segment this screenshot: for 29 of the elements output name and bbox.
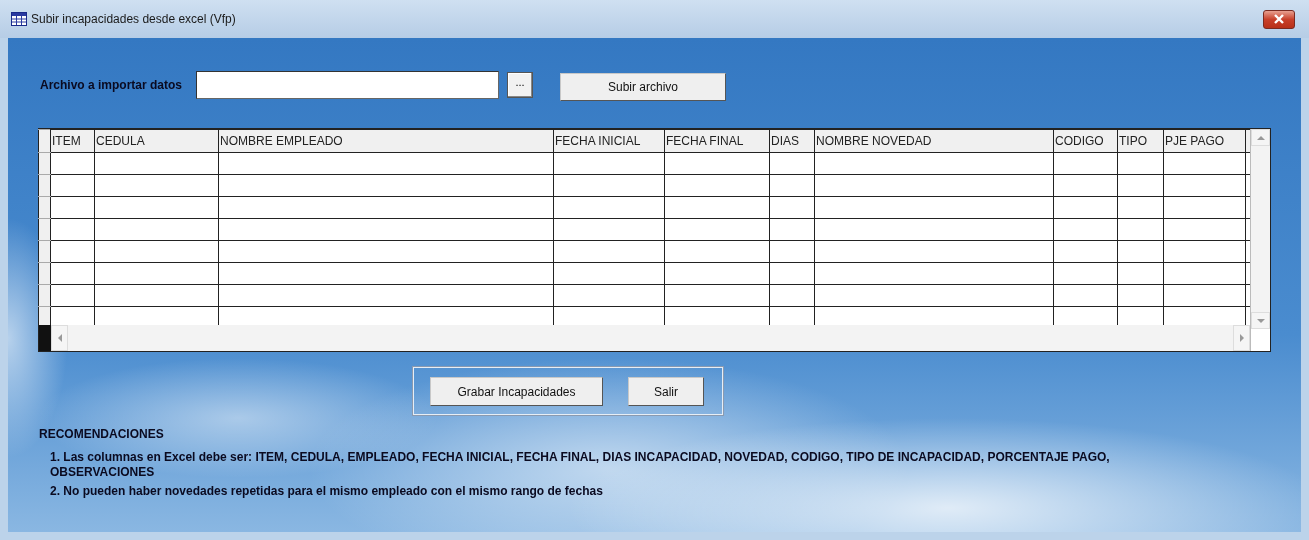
recommendation-text: 1. Las columnas en Excel debe ser: ITEM, CEDULA, EMPLEADO, FECHA INICIAL, FECHA FINAL, DIAS INCAPACIDAD, NOVEDAD, CODIGO, TIPO DE INCAPACIDAD, PORCENTAJE PAGO, OBSERVACIONES <box>50 450 1111 480</box>
file-label: Archivo a importar datos <box>40 78 183 92</box>
close-icon[interactable] <box>1273 14 1285 24</box>
scroll-left-icon[interactable] <box>51 325 68 351</box>
exit-button[interactable]: Salir <box>628 377 704 406</box>
file-path-field[interactable] <box>196 71 500 99</box>
column-header[interactable]: FECHA INICIAL <box>553 129 665 153</box>
upload-button[interactable]: Subir archivo <box>560 73 727 101</box>
close-button[interactable] <box>1263 9 1295 29</box>
scroll-up-icon[interactable] <box>1251 129 1270 146</box>
column-header[interactable]: ITEM <box>50 129 95 153</box>
save-button[interactable]: Grabar Incapacidades <box>430 377 603 406</box>
column-header[interactable]: PJE PAGO <box>1163 129 1246 153</box>
table-icon <box>11 12 27 26</box>
column-header[interactable]: DIAS <box>769 129 815 153</box>
scroll-down-icon[interactable] <box>1251 312 1270 329</box>
column-header[interactable]: TIPO <box>1117 129 1164 153</box>
window-title: Subir incapacidades desde excel (Vfp) <box>31 12 237 26</box>
horizontal-scrollbar[interactable] <box>39 325 1250 351</box>
browse-button[interactable]: ... <box>507 72 534 98</box>
vertical-scrollbar[interactable] <box>1251 129 1270 329</box>
column-header[interactable]: FECHA FINAL <box>664 129 770 153</box>
column-header[interactable]: CODIGO <box>1053 129 1118 153</box>
recommendations-heading: RECOMENDACIONES <box>39 427 165 441</box>
column-header[interactable]: NOMBRE EMPLEADO <box>218 129 554 153</box>
column-header[interactable]: NOMBRE NOVEDAD <box>814 129 1054 153</box>
recommendation-text: 2. No pueden haber novedades repetidas para el mismo empleado con el mismo rango de fechas <box>50 484 604 499</box>
scroll-right-icon[interactable] <box>1233 325 1250 351</box>
column-header[interactable]: CEDULA <box>94 129 219 153</box>
